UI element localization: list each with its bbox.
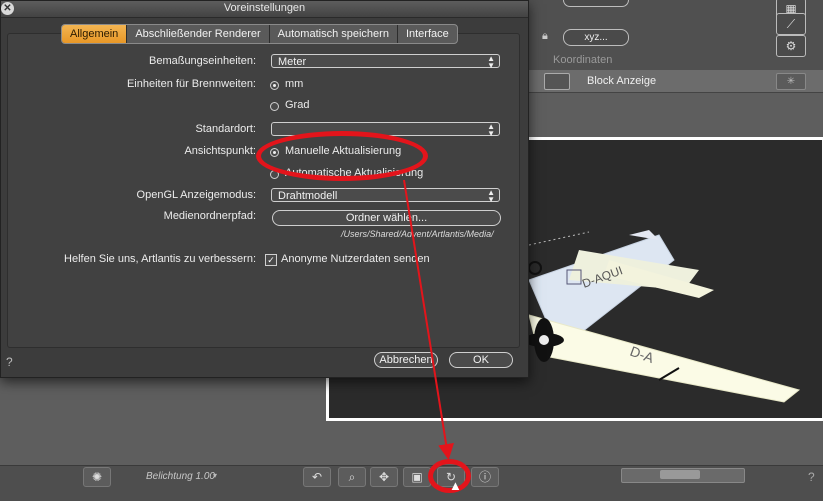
help-icon[interactable]: ?	[808, 470, 815, 484]
sun-icon[interactable]: ✳	[776, 73, 806, 90]
help-button[interactable]: ?	[6, 355, 13, 369]
radio-mm[interactable]	[270, 81, 279, 90]
preferences-dialog: Voreinstellungen ✕ Allgemein Abschließen…	[0, 0, 529, 378]
aperture-icon[interactable]: ✺	[83, 467, 111, 487]
mouse-cursor-icon: ▲	[449, 478, 462, 493]
tab-interface[interactable]: Interface	[398, 25, 457, 43]
opengl-label: OpenGL Anzeigemodus:	[136, 189, 256, 201]
block-display-label: Block Anzeige	[587, 75, 657, 87]
units-label: Bemaßungseinheiten:	[148, 55, 256, 67]
media-label: Medienordnerpfad:	[163, 210, 256, 222]
stepper-icon: ▲ ▼	[487, 54, 495, 70]
close-icon[interactable]: ✕	[1, 2, 14, 15]
gear-icon[interactable]: ⚙	[776, 35, 806, 57]
block-display-icon[interactable]	[544, 73, 570, 90]
focal-units-label: Einheiten für Brennweiten:	[126, 78, 256, 90]
exposure-label[interactable]: Belichtung 1.00	[146, 471, 215, 482]
tab-allgemein[interactable]: Allgemein	[62, 25, 128, 43]
ok-button[interactable]: OK	[449, 352, 513, 368]
coordinate-field[interactable]: xyz...	[563, 29, 629, 46]
media-path: /Users/Shared/Advent/Artlantis/Media/	[341, 229, 494, 239]
tab-renderer[interactable]: Abschließender Renderer	[127, 25, 270, 43]
coordinates-label: Koordinaten	[553, 54, 613, 66]
slider-handle[interactable]	[660, 470, 700, 479]
dialog-title: Voreinstellungen	[223, 2, 306, 14]
top-field[interactable]	[563, 0, 629, 7]
viewpoint-label: Ansichtspunkt:	[184, 145, 256, 157]
highlight-ellipse	[256, 131, 428, 181]
move-icon[interactable]: ✥	[370, 467, 398, 487]
location-label: Standardort:	[195, 123, 256, 135]
frame-icon[interactable]: ▣	[403, 467, 431, 487]
option-grad: Grad	[285, 99, 310, 111]
undo-icon[interactable]: ↶	[303, 467, 331, 487]
stepper-icon: ▲ ▼	[487, 188, 495, 204]
improve-label: Helfen Sie uns, Artlantis zu verbessern:	[64, 253, 256, 265]
choose-folder-button[interactable]: Ordner wählen...	[272, 210, 501, 226]
anonymous-data-label: Anonyme Nutzerdaten senden	[281, 253, 430, 265]
tab-autosave[interactable]: Automatisch speichern	[270, 25, 398, 43]
anonymous-data-checkbox[interactable]: ✓	[265, 254, 277, 266]
zoom-icon[interactable]: ⌕	[338, 467, 366, 487]
stepper-icon: ▲ ▼	[487, 122, 495, 138]
tab-bar: Allgemein Abschließender Renderer Automa…	[61, 24, 458, 44]
option-mm: mm	[285, 78, 304, 90]
units-select[interactable]: Meter ▲ ▼	[271, 54, 500, 70]
info-icon[interactable]: ⓘ	[471, 467, 499, 487]
lock-icon[interactable]: 🔒︎	[542, 30, 554, 42]
axis-icon[interactable]: ⟋	[776, 13, 806, 35]
chevron-down-icon[interactable]: ▾	[213, 471, 217, 480]
opengl-value: Drahtmodell	[278, 190, 338, 202]
opengl-select[interactable]: Drahtmodell ▲ ▼	[271, 188, 500, 204]
cancel-button[interactable]: Abbrechen	[374, 352, 438, 368]
units-value: Meter	[278, 56, 307, 68]
radio-grad[interactable]	[270, 102, 279, 111]
